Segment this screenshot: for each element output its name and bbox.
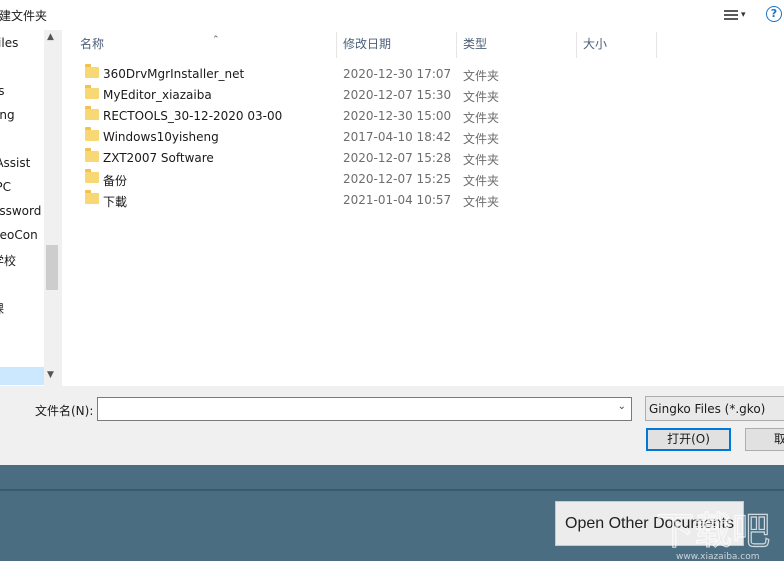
file-type: 文件夹 — [463, 174, 500, 188]
file-type: 文件夹 — [463, 153, 500, 167]
nav-item[interactable]: 课 — [0, 300, 12, 317]
open-button[interactable]: 打开(O) — [646, 428, 731, 451]
dialog-toolbar: 新建文件夹 ▾ ? — [0, 0, 784, 30]
file-row[interactable]: 360DrvMgrInstaller_net 2020-12-30 17:07 … — [82, 64, 782, 85]
scroll-down-icon[interactable]: ▼ — [47, 370, 54, 380]
folder-icon — [85, 64, 99, 78]
nav-item[interactable]: Files — [0, 36, 26, 50]
file-row[interactable]: RECTOOLS_30-12-2020 03-00 2020-12-30 15:… — [82, 106, 782, 127]
file-modified: 2017-04-10 18:42 — [343, 130, 452, 144]
nav-item[interactable]: assword — [0, 204, 49, 218]
folder-icon — [85, 106, 99, 120]
column-header-type[interactable]: 类型 — [455, 30, 575, 58]
chevron-down-icon: ▾ — [741, 10, 746, 20]
file-row[interactable]: Windows10yisheng 2017-04-10 18:42 文件夹 — [82, 127, 782, 148]
cancel-button[interactable]: 取 — [745, 428, 784, 451]
file-modified: 2021-01-04 10:57 — [343, 193, 452, 207]
view-options-button[interactable]: ▾ — [724, 6, 758, 24]
nav-item[interactable]: eng — [0, 108, 23, 122]
nav-item[interactable]: 学校 — [0, 252, 24, 269]
file-type: 文件夹 — [463, 132, 500, 146]
nav-item[interactable]: iPC — [0, 180, 19, 194]
filename-label: 文件名(N): — [35, 404, 94, 418]
folder-icon — [85, 169, 99, 183]
file-type: 文件夹 — [463, 195, 500, 209]
file-name: MyEditor_xiazaiba — [103, 88, 212, 102]
column-header-name-label: 名称 — [80, 37, 105, 51]
folder-icon — [85, 127, 99, 141]
nav-item-selected[interactable] — [0, 367, 44, 385]
scrollbar-thumb[interactable] — [46, 245, 58, 290]
column-header-name[interactable]: 名称 ⌃ — [72, 30, 336, 58]
folder-icon — [85, 148, 99, 162]
divider — [0, 489, 784, 491]
sort-ascending-icon: ⌃ — [212, 35, 220, 45]
file-row[interactable]: ZXT2007 Software 2020-12-07 15:28 文件夹 — [82, 148, 782, 169]
file-modified: 2020-12-07 15:30 — [343, 88, 452, 102]
nav-item[interactable]: deoCon — [0, 228, 46, 242]
file-type: 文件夹 — [463, 90, 500, 104]
file-name: RECTOOLS_30-12-2020 03-00 — [103, 109, 283, 123]
new-folder-button[interactable]: 新建文件夹 — [0, 7, 47, 24]
file-modified: 2020-12-30 15:00 — [343, 109, 452, 123]
nav-scrollbar[interactable]: ▲ ▼ — [44, 30, 60, 386]
filename-combobox[interactable]: ⌄ — [97, 397, 632, 421]
file-name: 360DrvMgrInstaller_net — [103, 67, 245, 81]
file-type-filter-value: Gingko Files (*.gko) — [649, 402, 766, 416]
file-type: 文件夹 — [463, 69, 500, 83]
file-modified: 2020-12-30 17:07 — [343, 67, 452, 81]
open-file-dialog: 新建文件夹 ▾ ? Files ss eng iAssist iPC asswo… — [0, 0, 784, 465]
filename-input[interactable] — [100, 400, 608, 418]
screen: 新建文件夹 ▾ ? Files ss eng iAssist iPC asswo… — [0, 0, 784, 561]
folder-icon — [85, 190, 99, 204]
column-header-modified[interactable]: 修改日期 — [335, 30, 455, 58]
nav-item[interactable]: iAssist — [0, 156, 38, 170]
open-other-documents-button[interactable]: Open Other Documents — [555, 501, 744, 546]
file-name: Windows10yisheng — [103, 130, 219, 144]
file-row[interactable]: 下載 2021-01-04 10:57 文件夹 — [82, 190, 782, 211]
file-modified: 2020-12-07 15:28 — [343, 151, 452, 165]
file-type: 文件夹 — [463, 111, 500, 125]
file-name: 下載 — [103, 195, 128, 209]
nav-item[interactable]: ss — [0, 84, 13, 98]
view-list-icon — [724, 9, 738, 21]
chevron-down-icon[interactable]: ⌄ — [618, 401, 626, 412]
column-header-size[interactable]: 大小 — [575, 30, 655, 58]
scroll-up-icon[interactable]: ▲ — [47, 32, 54, 42]
file-type-filter[interactable]: Gingko Files (*.gko) — [645, 396, 784, 421]
navigation-pane: Files ss eng iAssist iPC assword deoCon … — [0, 30, 60, 386]
file-modified: 2020-12-07 15:25 — [343, 172, 452, 186]
file-list: 名称 ⌃ 修改日期 类型 大小 360DrvMgrInstaller_net 2… — [62, 30, 784, 386]
folder-icon — [85, 85, 99, 99]
file-name: ZXT2007 Software — [103, 151, 214, 165]
column-separator[interactable] — [656, 32, 657, 58]
file-name: 备份 — [103, 174, 128, 188]
file-row[interactable]: 备份 2020-12-07 15:25 文件夹 — [82, 169, 782, 190]
file-row[interactable]: MyEditor_xiazaiba 2020-12-07 15:30 文件夹 — [82, 85, 782, 106]
help-icon[interactable]: ? — [766, 6, 782, 22]
